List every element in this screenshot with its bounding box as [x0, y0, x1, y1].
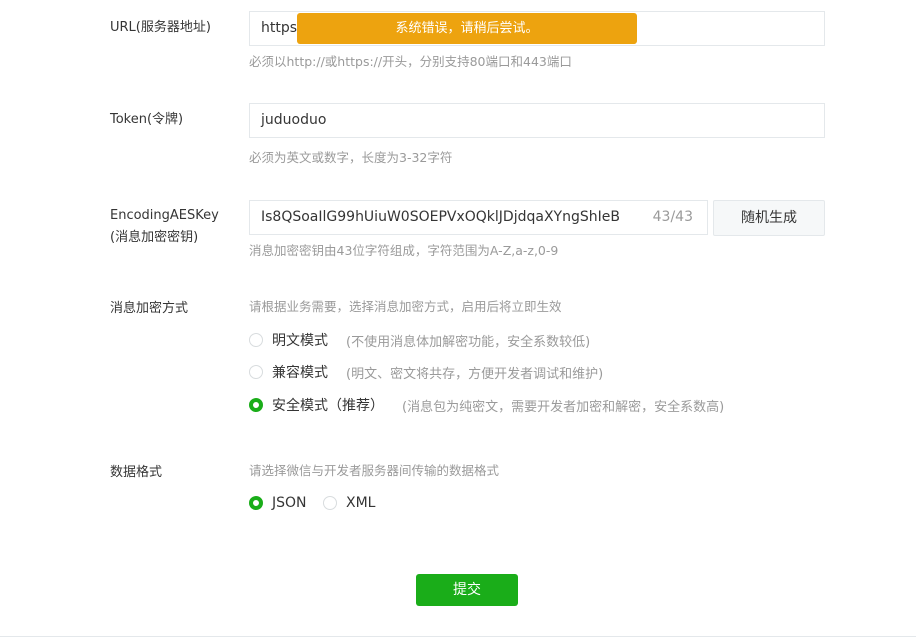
radio-label: XML: [346, 495, 376, 511]
radio-desc: (明文、密文将共存，方便开发者调试和维护): [346, 366, 604, 382]
radio-desc: (消息包为纯密文，需要开发者加密和解密，安全系数高): [402, 399, 725, 415]
radio-circle-checked[interactable]: [249, 398, 263, 412]
bottom-divider: [0, 636, 916, 637]
format-label: 数据格式: [110, 465, 163, 480]
error-toast: 系统错误，请稍后尝试。: [297, 13, 637, 44]
token-label: Token(令牌): [110, 112, 184, 127]
token-hint: 必须为英文或数字，长度为3-32字符: [249, 150, 453, 165]
generate-key-button[interactable]: 随机生成: [713, 200, 825, 236]
radio-label: JSON: [272, 495, 307, 511]
encryption-hint: 请根据业务需要，选择消息加密方式，启用后将立即生效: [249, 299, 562, 314]
aeskey-label: EncodingAESKey (消息加密密钥): [110, 205, 219, 249]
aeskey-label-line1: EncodingAESKey: [110, 208, 219, 223]
submit-button[interactable]: 提交: [416, 574, 518, 606]
format-hint: 请选择微信与开发者服务器间传输的数据格式: [249, 463, 500, 478]
aeskey-hint: 消息加密密钥由43位字符组成，字符范围为A-Z,a-z,0-9: [249, 243, 559, 258]
aeskey-label-line2: (消息加密密钥): [110, 230, 199, 245]
radio-circle[interactable]: [323, 496, 337, 510]
url-input-value: https:: [261, 20, 302, 36]
radio-label: 明文模式: [272, 333, 328, 349]
radio-desc: (不使用消息体加解密功能，安全系数较低): [346, 334, 591, 350]
radio-secure-mode[interactable]: 安全模式（推荐） (消息包为纯密文，需要开发者加密和解密，安全系数高): [249, 395, 724, 415]
token-input[interactable]: juduoduo: [249, 103, 825, 138]
radio-compatible-mode[interactable]: 兼容模式 (明文、密文将共存，方便开发者调试和维护): [249, 362, 603, 382]
encryption-label: 消息加密方式: [110, 301, 189, 316]
radio-circle[interactable]: [249, 333, 263, 347]
aeskey-input-value: Is8QSoaIlG99hUiuW0SOEPVxOQklJDjdqaXYngSh…: [261, 209, 620, 225]
radio-circle-checked[interactable]: [249, 496, 263, 510]
aeskey-counter: 43/43: [652, 209, 693, 225]
radio-label: 兼容模式: [272, 365, 328, 381]
radio-xml-format[interactable]: XML: [323, 493, 375, 513]
radio-json-format[interactable]: JSON: [249, 493, 307, 513]
token-input-value: juduoduo: [261, 112, 327, 128]
radio-plaintext-mode[interactable]: 明文模式 (不使用消息体加解密功能，安全系数较低): [249, 330, 590, 350]
radio-circle[interactable]: [249, 365, 263, 379]
url-label: URL(服务器地址): [110, 20, 211, 35]
aeskey-input[interactable]: Is8QSoaIlG99hUiuW0SOEPVxOQklJDjdqaXYngSh…: [249, 200, 708, 235]
radio-label: 安全模式（推荐）: [272, 398, 384, 414]
server-config-form: URL(服务器地址) https: 必须以http://或https://开头，…: [0, 0, 916, 639]
url-hint: 必须以http://或https://开头，分别支持80端口和443端口: [249, 54, 572, 69]
